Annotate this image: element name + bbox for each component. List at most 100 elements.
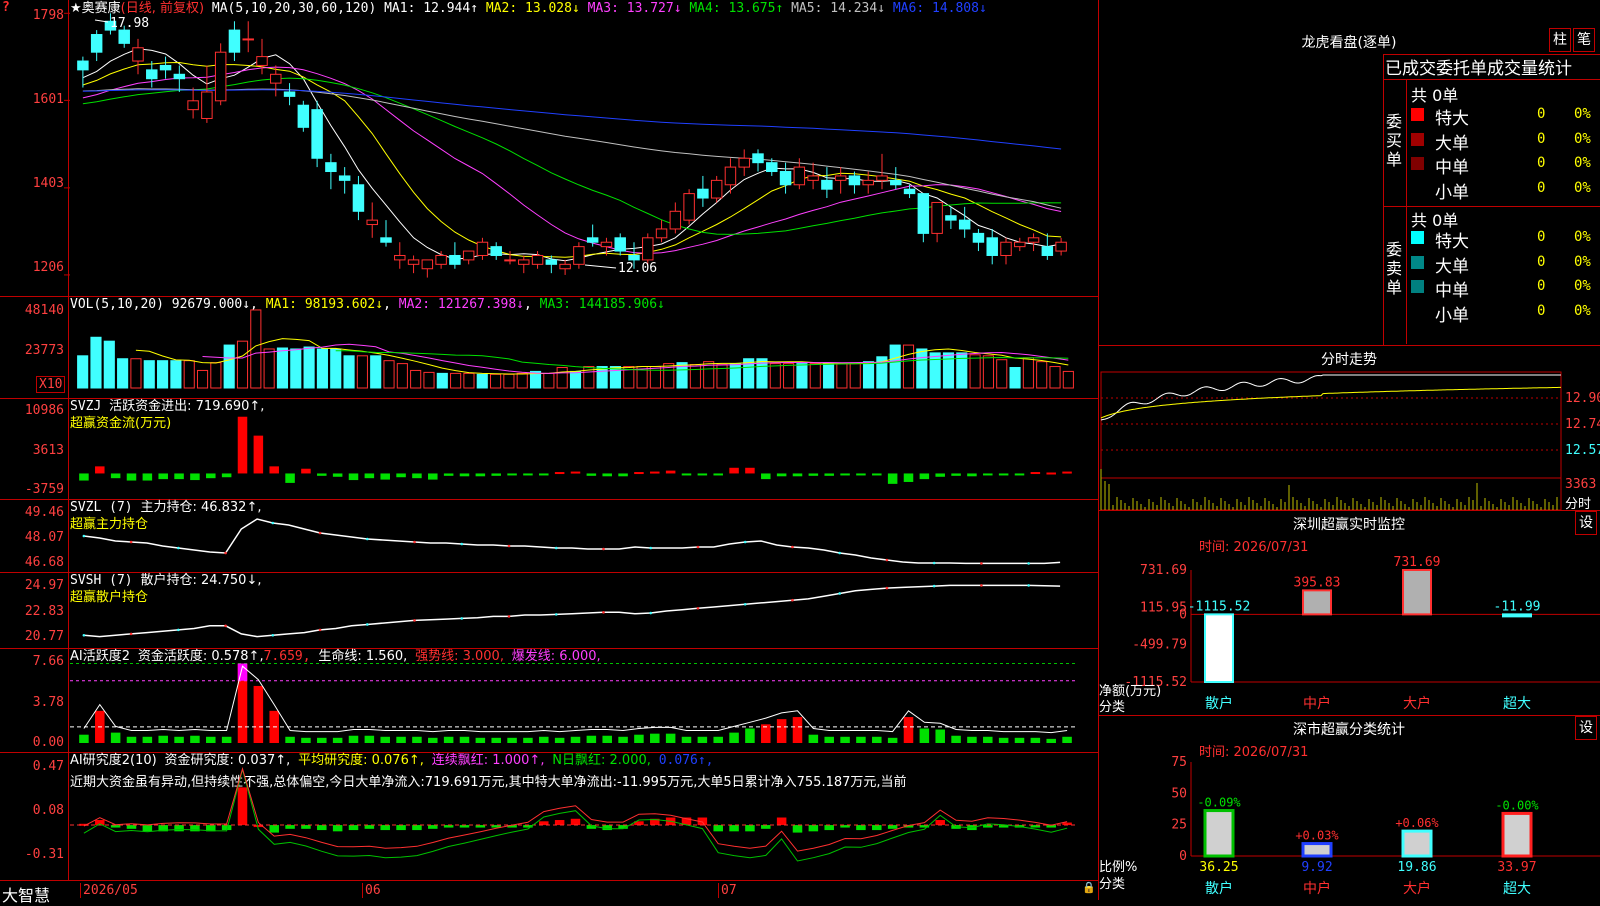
line-point (1027, 562, 1030, 565)
vol-bar (450, 372, 462, 389)
indicator-bar (301, 825, 311, 829)
indicator-bar (935, 729, 945, 743)
kline-panel[interactable]: ? ★奥赛康(日线, 前复权) MA(5,10,20,30,60,120) MA… (0, 0, 1098, 297)
class-category: 中户 (1303, 880, 1331, 897)
monitor-category: 超大 (1503, 696, 1531, 712)
indicator-bar (697, 473, 708, 476)
indicator-bar (856, 825, 866, 831)
indicator-bar (523, 737, 533, 743)
svsh-panel[interactable]: SVSH (7) 散户持仓: 24.750↓, 超赢散户持仓 24.97 22.… (0, 572, 1098, 649)
indicator-bar (951, 735, 961, 743)
indicator-bar (317, 825, 327, 831)
monitor-bar (1502, 613, 1532, 618)
vol-bar (223, 344, 235, 389)
vol-bar (823, 363, 835, 389)
vol-chart[interactable] (0, 296, 1098, 398)
candle (710, 179, 723, 199)
line-point (413, 540, 416, 544)
indicator-bar (206, 473, 216, 479)
monitor-category: 散户 (1205, 695, 1233, 712)
indicator-bar (539, 821, 549, 826)
indicator-bar (824, 825, 834, 831)
indicator-bar (713, 736, 723, 743)
line-point (129, 632, 133, 636)
vol-bar (769, 363, 781, 389)
svzl-panel[interactable]: SVZL (7) 主力持仓: 46.832↑, 超赢主力持仓 49.46 48.… (0, 499, 1098, 573)
indicator-bar (110, 732, 121, 743)
vol-bar (370, 355, 382, 389)
candle (1027, 237, 1040, 243)
indicator-bar (602, 735, 612, 743)
candle (283, 91, 296, 97)
ai2-green-curve (83, 767, 1068, 862)
indicator-bar (824, 736, 834, 743)
indicator-bar (126, 736, 137, 743)
indicator-bar (761, 473, 771, 480)
x-label-0: 2026/05 (80, 883, 138, 898)
vol-bar (996, 359, 1008, 389)
svsh-chart[interactable] (0, 572, 1098, 648)
left-axis-line (68, 0, 69, 880)
line-point (696, 607, 700, 610)
indicator-bar (348, 735, 359, 743)
class-value-label: 9.92 (1301, 860, 1332, 875)
ai1-chart[interactable] (0, 648, 1098, 752)
indicator-bar (1014, 737, 1025, 743)
class-title: 深市超赢分类统计 (1293, 722, 1405, 738)
indicator-bar (539, 473, 549, 476)
candle (807, 175, 819, 181)
indicator-bar (507, 737, 517, 743)
svzj-panel[interactable]: SVZJ 活跃资金进出: 719.690↑, 超赢资金流(万元) 10986 3… (0, 398, 1098, 500)
indicator-bar (1014, 473, 1025, 476)
kline-chart[interactable] (0, 0, 1098, 296)
indicator-bar (887, 825, 898, 829)
monitor-chart[interactable]: 731.69115.950-499.79-1115.52-1115.52散户39… (1099, 0, 1600, 900)
vol-bar (809, 363, 821, 389)
candle (242, 38, 254, 41)
svzl-chart[interactable] (0, 499, 1098, 572)
candle (945, 215, 957, 221)
indicator-bar (824, 473, 834, 476)
vol-bar (476, 373, 488, 389)
indicator-bar (919, 473, 930, 480)
indicator-bar (983, 736, 993, 743)
indicator-bar (808, 825, 819, 832)
indicator-bar (428, 737, 438, 743)
line-point (129, 540, 133, 544)
candle (724, 166, 737, 186)
indicator-bar (317, 473, 327, 476)
vol-bar (77, 355, 89, 389)
ai2-panel[interactable]: AI研究度2(10) 资金研究度: 0.037↑, 平均研究度: 0.076↑,… (0, 752, 1098, 880)
candle (917, 193, 930, 234)
indicator-bar (776, 817, 787, 826)
lock-icon[interactable]: 🔒 (1082, 881, 1096, 894)
class-settings-button[interactable]: 设 (1575, 716, 1597, 740)
svzj-chart[interactable] (0, 398, 1098, 499)
indicator-bar (174, 825, 184, 832)
candle (297, 104, 310, 128)
vol-panel[interactable]: VOL(5,10,20) 92679.000↓, MA1: 98193.602↓… (0, 296, 1098, 399)
ai2-chart[interactable] (0, 752, 1098, 880)
candle (821, 179, 833, 190)
ai1-panel[interactable]: AI活跃度2 资金活跃度: 0.578↑,7.659, 生命线: 1.560, … (0, 648, 1098, 753)
candle (958, 219, 971, 230)
line-point (602, 547, 605, 551)
indicator-bar (840, 473, 850, 476)
candle (1041, 246, 1054, 256)
indicator-bar (1062, 471, 1072, 474)
indicator-bar (190, 735, 200, 743)
class-top-line (1099, 715, 1600, 716)
line-point (271, 521, 275, 525)
indicator-bar (507, 473, 517, 476)
indicator-bar (618, 736, 628, 743)
monitor-ytick: -499.79 (1132, 638, 1187, 653)
indicator-bar (602, 825, 612, 831)
candle (862, 179, 874, 186)
monitor-bar-label: -1115.52 (1188, 599, 1251, 614)
indicator-bar (618, 473, 628, 477)
indicator-bar (1030, 737, 1041, 743)
class-bar (1501, 811, 1533, 858)
brand-logo[interactable]: 大智慧 (2, 882, 50, 906)
candle (834, 175, 847, 181)
indicator-bar (428, 825, 438, 829)
